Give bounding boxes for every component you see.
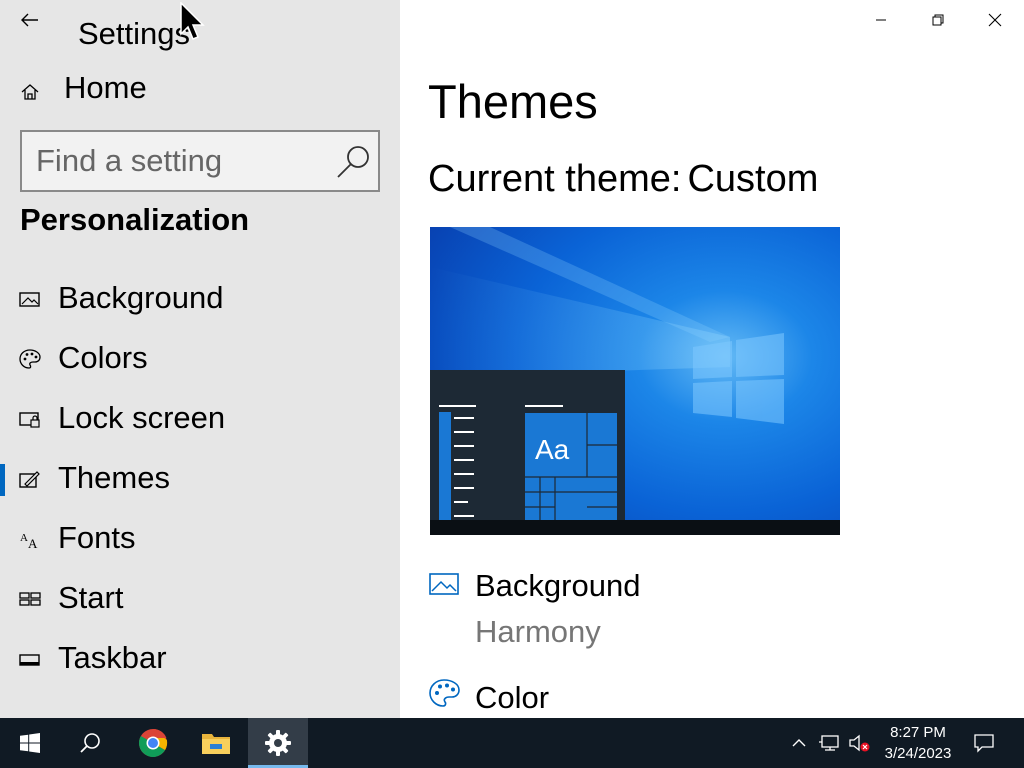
taskbar-icon: [19, 654, 40, 666]
sidebar-item-fonts[interactable]: A A Fonts: [0, 508, 400, 568]
palette-icon: [429, 679, 460, 707]
sidebar-item-label: Background: [58, 280, 224, 315]
settings-button[interactable]: [248, 718, 308, 768]
sidebar-item-background[interactable]: Background: [0, 268, 400, 328]
system-clock[interactable]: 8:27 PM 3/24/2023: [878, 722, 958, 764]
lock-screen-icon: [19, 412, 40, 428]
sidebar-item-label: Fonts: [58, 520, 136, 555]
network-tray-button[interactable]: [814, 718, 844, 768]
svg-text:A: A: [28, 536, 38, 550]
background-setting-value: Harmony: [475, 614, 601, 649]
show-hidden-icons-button[interactable]: [786, 718, 812, 768]
theme-preview-image: Aa: [430, 227, 840, 535]
picture-icon: [19, 292, 40, 307]
minimize-icon: [876, 19, 886, 21]
gear-icon: [265, 730, 291, 756]
fonts-icon: A A: [20, 532, 38, 550]
background-setting-name: Background: [475, 568, 641, 603]
palette-icon: [19, 349, 41, 369]
file-explorer-button[interactable]: [186, 718, 246, 768]
chrome-button[interactable]: [123, 718, 183, 768]
color-setting[interactable]: Color: [428, 678, 848, 718]
close-icon: [988, 13, 1002, 27]
taskbar: 8:27 PM 3/24/2023: [0, 718, 1024, 768]
sidebar-item-start[interactable]: Start: [0, 568, 400, 628]
page-title: Themes: [428, 75, 598, 128]
home-nav-item[interactable]: Home: [14, 66, 394, 110]
color-setting-name: Color: [475, 680, 550, 715]
sidebar-item-taskbar[interactable]: Taskbar: [0, 628, 400, 688]
restore-icon: [932, 14, 944, 26]
current-theme-label: Current theme:: [428, 158, 682, 200]
picture-icon: [429, 573, 459, 595]
close-button[interactable]: [967, 0, 1023, 40]
folder-icon: [202, 734, 230, 754]
notification-icon: [974, 734, 994, 753]
search-box[interactable]: [20, 130, 380, 192]
windows-logo-icon: [20, 733, 40, 753]
action-center-button[interactable]: [964, 718, 1004, 768]
sidebar-item-label: Lock screen: [58, 400, 226, 435]
home-label: Home: [64, 70, 147, 105]
preview-sample-text: Aa: [535, 434, 570, 465]
svg-text:A: A: [20, 532, 28, 544]
personalization-nav: Background Colors Lock screen Themes A A…: [0, 268, 400, 688]
current-theme-value: Custom: [687, 158, 819, 200]
back-arrow-icon: [21, 13, 38, 27]
sidebar-item-label: Colors: [58, 340, 148, 375]
start-icon: [19, 592, 41, 606]
settings-sidebar: Settings Home Personalization Background: [0, 0, 400, 718]
clock-date: 3/24/2023: [884, 745, 952, 762]
themes-icon: [19, 471, 40, 488]
search-icon[interactable]: [334, 142, 374, 182]
mouse-cursor-icon: [180, 2, 205, 40]
chevron-up-icon: [792, 739, 806, 747]
sidebar-item-label: Themes: [58, 460, 170, 495]
sidebar-item-lock-screen[interactable]: Lock screen: [0, 388, 400, 448]
clock-time: 8:27 PM: [890, 724, 946, 741]
sidebar-item-themes[interactable]: Themes: [0, 448, 400, 508]
app-title: Settings: [78, 16, 191, 51]
start-button[interactable]: [0, 718, 60, 768]
home-icon: [21, 84, 39, 100]
theme-preview: Aa: [430, 227, 840, 535]
network-icon: [819, 735, 839, 751]
background-setting[interactable]: Background Harmony: [428, 566, 848, 656]
chrome-icon: [139, 728, 168, 757]
current-theme-heading: Current theme: Custom: [428, 156, 818, 202]
section-title: Personalization: [20, 202, 250, 237]
sidebar-item-label: Taskbar: [58, 640, 167, 675]
sidebar-item-label: Start: [58, 580, 124, 615]
search-button[interactable]: [60, 718, 120, 768]
sidebar-item-colors[interactable]: Colors: [0, 328, 400, 388]
minimize-button[interactable]: [853, 0, 909, 40]
search-icon: [80, 733, 100, 753]
back-button[interactable]: [14, 6, 46, 34]
search-input[interactable]: [36, 140, 336, 182]
volume-tray-button[interactable]: [846, 718, 872, 768]
volume-muted-icon: [849, 734, 870, 752]
restore-button[interactable]: [910, 0, 966, 40]
